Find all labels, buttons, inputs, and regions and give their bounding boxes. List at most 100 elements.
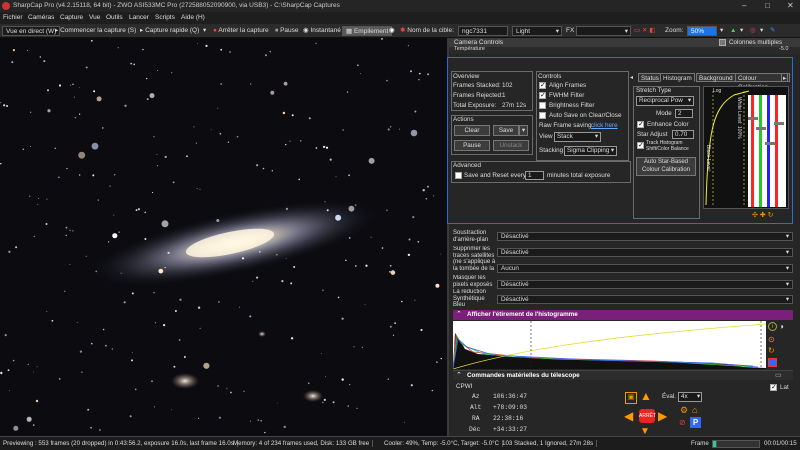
gear-icon[interactable]: ⚙	[680, 405, 688, 416]
menu-fichier[interactable]: Fichier	[3, 14, 23, 21]
minutes-input[interactable]: 1	[525, 171, 544, 180]
view-select[interactable]: Stack ▾	[554, 132, 601, 142]
menu-capture[interactable]: Capture	[60, 14, 83, 21]
eval-select[interactable]: 4x ▾	[678, 392, 702, 402]
pause-button[interactable]: ⏸ Pause	[275, 26, 299, 36]
reduction-select[interactable]: Désactivé ▾	[497, 280, 793, 289]
multicolumn-checkbox[interactable]	[719, 39, 726, 46]
menu-cameras[interactable]: Caméras	[28, 14, 54, 21]
save-reset-checkbox[interactable]	[455, 172, 462, 179]
tab-scroll-icon[interactable]: ▸	[781, 73, 789, 82]
autosave-checkbox[interactable]	[539, 112, 546, 119]
save-icon[interactable]	[768, 358, 777, 367]
telescope-header[interactable]: ⌃ Commandes matérielles du télescope ▭	[453, 370, 793, 380]
collapse-icon[interactable]: ⌃	[456, 371, 462, 379]
log-label: Log	[713, 88, 722, 94]
arrow-left-icon[interactable]: ◀	[624, 409, 633, 423]
stop-button[interactable]: ARRÊT	[639, 409, 656, 423]
parking-icon[interactable]: P	[690, 417, 701, 428]
panel-title: Camera Controls Colonnes multiples	[449, 38, 800, 47]
preview-image[interactable]	[0, 38, 447, 436]
live-view-button[interactable]: Vue en direct (W)	[2, 26, 61, 36]
plug-icon[interactable]: ⊘	[679, 418, 686, 427]
info-icon[interactable]: i	[768, 322, 777, 331]
brightness-filter-checkbox[interactable]	[539, 102, 546, 109]
tab-background[interactable]: Background	[696, 73, 736, 82]
stretch-histogram[interactable]: Log Black Level: White Level: 100%	[703, 86, 789, 209]
profile-select[interactable]: Light ▾	[512, 26, 562, 36]
menu-aide[interactable]: Aide (H)	[181, 14, 205, 21]
arrow-down-icon[interactable]: ▼	[640, 426, 650, 436]
toolbar-icons[interactable]: ▭ ✕ ◧	[634, 26, 655, 36]
collapse-icon[interactable]: ⌃	[456, 310, 462, 318]
stacking-select[interactable]: Sigma Clipping ▾	[564, 146, 617, 156]
star	[123, 301, 126, 304]
star	[47, 109, 51, 113]
arrow-right-icon[interactable]: ▶	[658, 409, 667, 423]
home-icon[interactable]: ⌂	[692, 405, 697, 415]
minimize-icon[interactable]: –	[742, 1, 746, 10]
start-capture-button[interactable]: ▸ Commencer la capture (S)	[55, 26, 136, 36]
zoom-select[interactable]: 50%	[687, 26, 717, 36]
telescope-menu-icon[interactable]: ▭	[775, 371, 782, 379]
star	[414, 299, 416, 301]
contrast-icon[interactable]: ◑	[779, 322, 784, 331]
auto-calibration-button[interactable]: Auto Star-Based Colour Calibration	[636, 157, 696, 176]
app-icon	[2, 2, 10, 10]
stack-button[interactable]: ▦ Empilement	[342, 26, 393, 36]
histogram-icon[interactable]: ▲	[730, 26, 736, 36]
quick-capture-button[interactable]: ▸ Capture rapide (Q)	[140, 26, 199, 36]
mode-input[interactable]: 2	[675, 109, 693, 118]
tab-status[interactable]: Status	[638, 73, 662, 82]
track-histogram-checkbox[interactable]	[637, 141, 644, 149]
snapshot-button[interactable]: ◉ Instantané	[303, 26, 341, 36]
refresh-icon[interactable]: ↻	[768, 346, 775, 355]
star	[95, 270, 98, 273]
blue-select[interactable]: Désactivé ▾	[497, 295, 793, 304]
zoom-dropdown-icon[interactable]: ▾	[720, 26, 723, 36]
star	[124, 104, 127, 108]
satellite-select[interactable]: Désactivé ▾	[497, 248, 793, 257]
histogram-side-tools[interactable]: i ◑ ⊙ ↻	[766, 321, 790, 369]
menu-scripts[interactable]: Scripts	[155, 14, 175, 21]
park-icon[interactable]: ▣	[625, 392, 637, 404]
tab-histogram[interactable]: Histogram	[660, 73, 695, 82]
enhance-color-checkbox[interactable]	[637, 120, 644, 128]
reset-icon[interactable]: ⊙	[768, 335, 775, 344]
save-dropdown-icon[interactable]: ▾	[519, 125, 528, 136]
pause-button[interactable]: Pause	[454, 140, 490, 151]
menu-vue[interactable]: Vue	[89, 14, 100, 21]
target-name-input[interactable]: ngc7331	[458, 26, 508, 36]
unstack-button[interactable]: Unstack	[493, 140, 529, 151]
stretch-tool-icons[interactable]: ✣ ✚ ↻	[752, 211, 774, 219]
hot-pixels-select[interactable]: Aucun ▾	[497, 264, 793, 273]
dropdown-icon[interactable]: ▾	[740, 26, 743, 36]
maximize-icon[interactable]: □	[765, 1, 770, 10]
target-icon[interactable]: ◎	[750, 26, 756, 36]
raw-frame-link[interactable]: click here	[591, 122, 618, 129]
lat-checkbox[interactable]	[770, 383, 777, 391]
fx-select[interactable]: ▾	[576, 26, 631, 36]
save-button[interactable]: Save	[493, 125, 519, 136]
arrow-up-icon[interactable]: ▲	[640, 389, 652, 403]
menu-lancer[interactable]: Lancer	[129, 14, 149, 21]
bg-subtraction-select[interactable]: Désactivé ▾	[497, 232, 793, 241]
star	[407, 253, 411, 257]
close-icon[interactable]: ✕	[787, 1, 794, 10]
dropdown-icon[interactable]: ▾	[760, 26, 763, 36]
record-icon[interactable]: ◉	[389, 26, 395, 36]
tabs-left-arrow[interactable]: ◂	[630, 74, 633, 81]
quick-capture-dropdown-icon[interactable]: ▾	[203, 26, 206, 36]
menu-outils[interactable]: Outils	[106, 14, 123, 21]
star-adjust-input[interactable]: 0.70	[672, 130, 694, 139]
histogram-chart[interactable]	[452, 321, 767, 370]
star	[365, 264, 368, 267]
fwhm-filter-checkbox[interactable]	[539, 91, 546, 99]
clear-button[interactable]: Clear	[454, 125, 490, 136]
stretch-type-select[interactable]: Reciprocal Pow ▾	[636, 96, 694, 106]
align-frames-checkbox[interactable]	[539, 81, 546, 89]
stop-capture-button[interactable]: ● Arrêter la capture	[213, 26, 269, 36]
bg-subtraction-value: Désactivé	[501, 233, 529, 240]
histogram-header[interactable]: ⌃ Afficher l'étirement de l'histogramme	[453, 310, 793, 320]
brush-icon[interactable]: ✎	[770, 26, 775, 36]
